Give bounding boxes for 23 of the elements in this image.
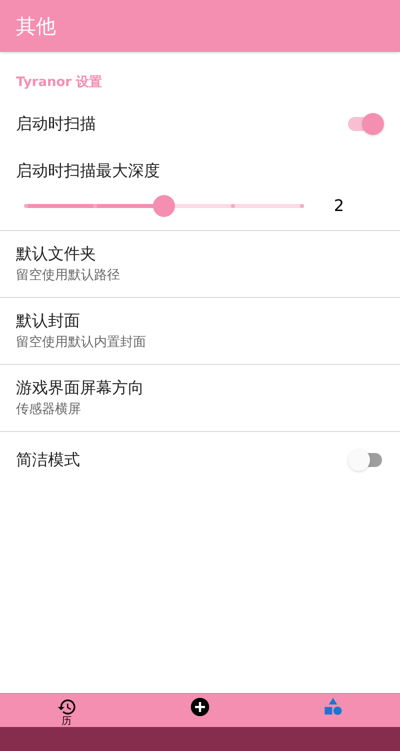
setting-title: 简洁模式 [16, 449, 80, 471]
slider-value: 2 [334, 195, 344, 217]
setting-title: 启动时扫描最大深度 [15, 160, 161, 182]
setting-title: 游戏界面屏幕方向 [16, 377, 145, 400]
nav-label: 历 [62, 717, 72, 727]
toggle-switch[interactable] [348, 449, 384, 471]
app-bar-title: 其他 [16, 13, 56, 40]
add-icon [190, 697, 210, 717]
setting-item[interactable]: 默认封面 留空使用默认内置封面 [0, 298, 400, 365]
slider[interactable] [26, 195, 302, 217]
setting-title: 启动时扫描 [16, 113, 96, 135]
toggle-switch[interactable] [348, 113, 384, 135]
setting-summary: 留空使用默认路径 [16, 267, 121, 286]
setting-summary: 留空使用默认内置封面 [16, 334, 147, 352]
setting-title: 默认封面 [16, 310, 81, 332]
setting-item[interactable]: 默认文件夹 留空使用默认路径 [0, 231, 400, 298]
setting-title: 默认文件夹 [16, 243, 97, 266]
setting-summary: 传感器横屏 [16, 401, 82, 420]
shapes-icon [323, 697, 344, 717]
section-title: Tyranor 设置 [16, 74, 102, 92]
setting-item[interactable]: 游戏界面屏幕方向 传感器横屏 [0, 365, 400, 432]
history-icon [56, 697, 77, 717]
nav-item[interactable]: 历 [0, 694, 134, 727]
